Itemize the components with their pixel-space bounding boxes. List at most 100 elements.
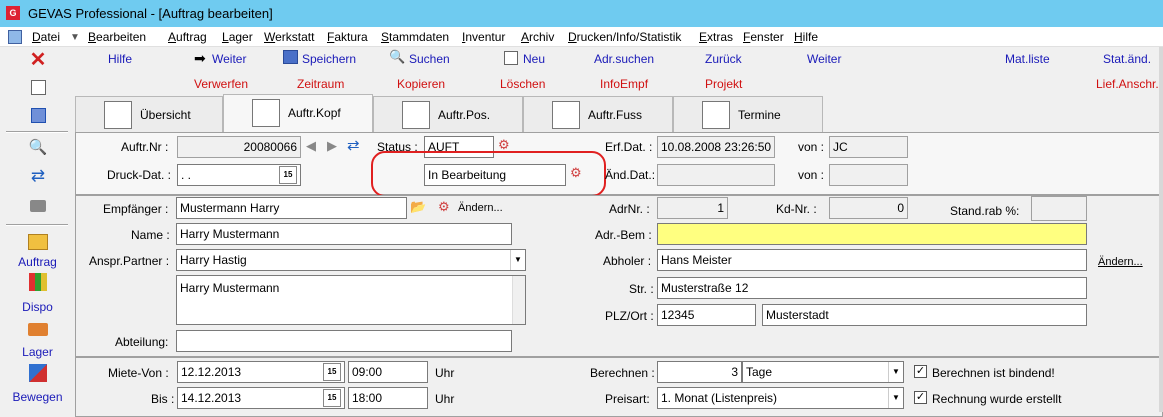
tab-termine[interactable]: Termine bbox=[673, 96, 823, 132]
menu-stammdaten[interactable]: Stammdaten bbox=[381, 30, 449, 44]
speichern-button[interactable]: Speichern bbox=[302, 52, 356, 66]
save-icon[interactable] bbox=[28, 107, 48, 125]
new-document-icon[interactable] bbox=[28, 79, 48, 97]
refresh-icon[interactable]: ⇄ bbox=[347, 136, 360, 154]
abholer-aendern-link[interactable]: Ändern... bbox=[1098, 256, 1143, 268]
menu-bearbeiten[interactable]: Bearbeiten bbox=[88, 30, 146, 44]
close-icon[interactable]: ✕ bbox=[28, 50, 48, 70]
tab-auftr-pos[interactable]: Auftr.Pos. bbox=[373, 96, 523, 132]
chart-icon[interactable] bbox=[28, 273, 48, 291]
menu-lager[interactable]: Lager bbox=[222, 30, 253, 44]
ort-field[interactable]: Musterstadt bbox=[762, 304, 1087, 326]
window-scrollbar[interactable] bbox=[1159, 47, 1163, 412]
berechnen-unit-select[interactable]: Tage bbox=[742, 361, 904, 383]
calendar-icon[interactable]: 15 bbox=[279, 166, 297, 184]
weiter2-button[interactable]: Weiter bbox=[807, 52, 841, 66]
chevron-down-icon[interactable]: ▼ bbox=[888, 362, 903, 382]
menu-drucken[interactable]: Drucken/Info/Statistik bbox=[568, 30, 681, 44]
empfaenger-field[interactable]: Mustermann Harry bbox=[176, 197, 407, 219]
kdnr-field: 0 bbox=[829, 197, 908, 219]
move-icon[interactable] bbox=[28, 364, 48, 382]
toolbar-separator bbox=[6, 224, 68, 226]
auftrnr-field[interactable]: 20080066 bbox=[177, 136, 301, 158]
menu-hilfe[interactable]: Hilfe bbox=[794, 30, 818, 44]
tab-auftr-fuss[interactable]: Auftr.Fuss bbox=[523, 96, 673, 132]
menu-extras[interactable]: Extras bbox=[699, 30, 733, 44]
arrow-right-icon[interactable]: ▶ bbox=[327, 138, 337, 154]
aendern-button[interactable]: Ändern... bbox=[458, 202, 503, 214]
leftbar-auftrag[interactable]: Auftrag bbox=[0, 255, 75, 269]
arrow-right-icon: ➡ bbox=[194, 50, 206, 66]
print-icon[interactable] bbox=[28, 197, 48, 215]
miete-von-time-field[interactable]: 09:00 bbox=[348, 361, 428, 383]
search-icon[interactable]: 🔍 bbox=[28, 139, 48, 157]
name-field[interactable]: Harry Mustermann bbox=[176, 223, 512, 245]
stat-aend-button[interactable]: Stat.änd. bbox=[1103, 52, 1151, 66]
abteilung-label: Abteilung: bbox=[115, 335, 169, 349]
leftbar-lager[interactable]: Lager bbox=[0, 345, 75, 359]
menu-inventur[interactable]: Inventur bbox=[462, 30, 505, 44]
refresh-icon[interactable]: ⇄ bbox=[28, 167, 48, 185]
zeitraum-button[interactable]: Zeitraum bbox=[297, 77, 344, 91]
tab-auftr-kopf[interactable]: Auftr.Kopf bbox=[223, 94, 373, 132]
projekt-button[interactable]: Projekt bbox=[705, 77, 742, 91]
str-field[interactable]: Musterstraße 12 bbox=[657, 277, 1087, 299]
chevron-down-icon[interactable]: ▼ bbox=[888, 388, 903, 408]
neu-button[interactable]: Neu bbox=[523, 52, 545, 66]
verwerfen-button[interactable]: Verwerfen bbox=[194, 77, 248, 91]
memo-scrollbar[interactable] bbox=[512, 276, 525, 324]
bis-time-field[interactable]: 18:00 bbox=[348, 387, 428, 409]
dropdown-triangle-icon[interactable]: ▼ bbox=[70, 32, 80, 43]
adr-suchen-button[interactable]: Adr.suchen bbox=[594, 52, 654, 66]
menu-auftrag[interactable]: Auftrag bbox=[168, 30, 207, 44]
menu-archiv[interactable]: Archiv bbox=[521, 30, 554, 44]
miete-von-date-field[interactable]: 12.12.2013 bbox=[177, 361, 345, 383]
app-logo-icon: G bbox=[6, 6, 20, 20]
lief-anschr-button[interactable]: Lief.Anschr. bbox=[1096, 77, 1159, 91]
annotation-highlight-ellipse bbox=[371, 151, 606, 197]
menu-bar: Datei ▼ Bearbeiten Auftrag Lager Werksta… bbox=[0, 27, 1163, 47]
von2-label: von : bbox=[798, 168, 825, 182]
leftbar-bewegen[interactable]: Bewegen bbox=[0, 390, 75, 404]
truck-icon[interactable] bbox=[28, 321, 48, 339]
loeschen-button[interactable]: Löschen bbox=[500, 77, 545, 91]
uhr-label: Uhr bbox=[435, 366, 455, 380]
berechnen-value-field[interactable]: 3 bbox=[657, 361, 742, 383]
edit-lookup-icon[interactable]: ⚙ bbox=[438, 199, 450, 215]
hilfe-button[interactable]: Hilfe bbox=[108, 52, 132, 66]
menu-werkstatt[interactable]: Werkstatt bbox=[264, 30, 314, 44]
weiter-button[interactable]: Weiter bbox=[212, 52, 246, 66]
name-label: Name : bbox=[131, 228, 170, 242]
berechnen-bindend-checkbox[interactable]: ✓ bbox=[914, 365, 927, 378]
menu-datei[interactable]: Datei bbox=[32, 30, 60, 44]
leftbar-dispo[interactable]: Dispo bbox=[0, 300, 75, 314]
mat-liste-button[interactable]: Mat.liste bbox=[1005, 52, 1050, 66]
contact-memo-field[interactable]: Harry Mustermann bbox=[176, 275, 526, 325]
chevron-down-icon[interactable]: ▼ bbox=[510, 250, 525, 270]
empfaenger-label: Empfänger : bbox=[103, 202, 169, 216]
rechnung-erstellt-checkbox[interactable]: ✓ bbox=[914, 391, 927, 404]
anspr-partner-select[interactable]: Harry Hastig bbox=[176, 249, 526, 271]
bis-date-field[interactable]: 14.12.2013 bbox=[177, 387, 345, 409]
menu-fenster[interactable]: Fenster bbox=[743, 30, 784, 44]
preisart-select[interactable]: 1. Monat (Listenpreis) bbox=[657, 387, 904, 409]
kopieren-button[interactable]: Kopieren bbox=[397, 77, 445, 91]
arrow-left-icon[interactable]: ◀ bbox=[306, 138, 316, 154]
calendar-icon[interactable]: 15 bbox=[323, 389, 341, 407]
folder-arrow-icon[interactable]: 📂 bbox=[410, 199, 426, 215]
zurueck-button[interactable]: Zurück bbox=[705, 52, 742, 66]
tab-uebersicht[interactable]: Übersicht bbox=[75, 96, 223, 132]
calendar-folder-icon[interactable] bbox=[28, 233, 48, 251]
suchen-button[interactable]: Suchen bbox=[409, 52, 450, 66]
erfdat-label: Erf.Dat. : bbox=[605, 140, 653, 154]
document-positions-icon bbox=[402, 101, 430, 129]
abholer-field[interactable]: Hans Meister bbox=[657, 249, 1087, 271]
plz-field[interactable]: 12345 bbox=[657, 304, 756, 326]
infoempf-button[interactable]: InfoEmpf bbox=[600, 77, 648, 91]
document-icon[interactable] bbox=[8, 30, 22, 44]
menu-faktura[interactable]: Faktura bbox=[327, 30, 368, 44]
berechnen-bindend-label: Berechnen ist bindend! bbox=[932, 366, 1055, 380]
adrbem-field[interactable] bbox=[657, 223, 1087, 245]
abteilung-field[interactable] bbox=[176, 330, 512, 352]
calendar-icon[interactable]: 15 bbox=[323, 363, 341, 381]
